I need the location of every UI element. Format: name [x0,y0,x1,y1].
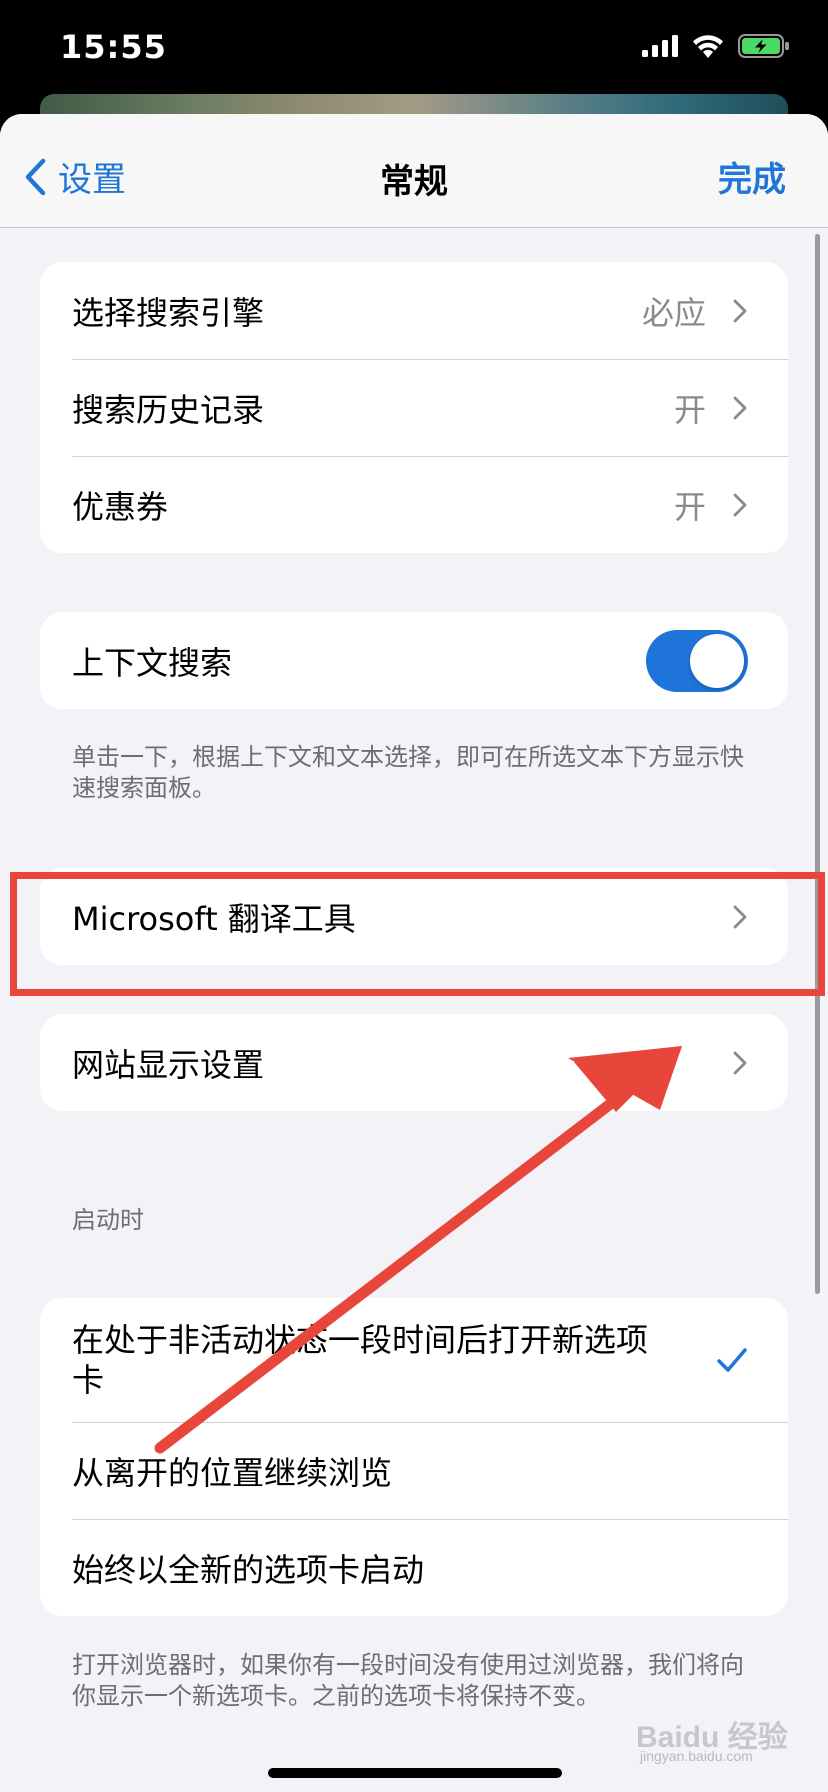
row-label: 始终以全新的选项卡启动 [72,1550,425,1589]
site-display-settings-row[interactable]: 网站显示设置 [40,1014,788,1111]
chevron-right-icon [733,493,747,516]
startup-footnote: 打开浏览器时，如果你有一段时间没有使用过浏览器，我们将向你显示一个新选项卡。之前… [72,1651,744,1710]
context-search-footnote: 单击一下，根据上下文和文本选择，即可在所选文本下方显示快速搜索面板。 [72,743,744,802]
done-button[interactable]: 完成 [718,152,786,201]
startup-options-group: 在处于非活动状态一段时间后打开新选项卡 从离开的位置继续浏览 始终以全新的选项卡… [40,1298,788,1616]
home-indicator[interactable] [268,1768,562,1778]
row-label: 在处于非活动状态一段时间后打开新选项卡 [72,1321,649,1399]
scroll-indicator[interactable] [815,234,820,1294]
wifi-icon [693,35,723,58]
search-settings-group: 选择搜索引擎 必应 搜索历史记录 开 优惠券 开 [40,262,788,553]
search-engine-row[interactable]: 选择搜索引擎 必应 [40,262,788,359]
status-bar: 15:55 [0,0,828,100]
watermark-domain: jingyan.baidu.com [640,1748,753,1764]
context-search-row: 上下文搜索 [40,612,788,709]
status-time: 15:55 [60,28,167,66]
annotation-highlight-box [10,872,825,996]
chevron-right-icon [733,299,747,322]
page-title: 常规 [380,162,448,202]
row-label: 上下文搜索 [72,643,233,682]
row-value: 开 [673,390,706,429]
status-icons [642,34,790,58]
startup-option-new-tab-after-inactive[interactable]: 在处于非活动状态一段时间后打开新选项卡 [40,1298,788,1422]
startup-section-header: 启动时 [72,1206,144,1234]
chevron-right-icon [733,1051,747,1074]
startup-option-continue-browsing[interactable]: 从离开的位置继续浏览 [40,1422,788,1519]
site-display-group: 网站显示设置 [40,1014,788,1111]
navigation-bar: 设置 常规 完成 [0,114,828,228]
row-label: 优惠券 [72,487,169,526]
row-label: 选择搜索引擎 [72,293,265,332]
row-label: 网站显示设置 [72,1045,265,1084]
cellular-signal-icon [642,35,678,57]
battery-charging-icon [738,34,789,58]
toggle-knob [690,633,744,688]
row-label: 从离开的位置继续浏览 [72,1453,393,1492]
row-value: 开 [673,487,706,526]
search-history-row[interactable]: 搜索历史记录 开 [40,359,788,456]
chevron-right-icon [733,396,747,419]
coupons-row[interactable]: 优惠券 开 [40,456,788,553]
row-value: 必应 [641,293,706,332]
checkmark-icon [717,1348,747,1372]
startup-option-always-new-tab[interactable]: 始终以全新的选项卡启动 [40,1519,788,1616]
context-search-group: 上下文搜索 [40,612,788,709]
context-search-toggle[interactable] [646,629,748,692]
row-label: 搜索历史记录 [72,390,265,429]
